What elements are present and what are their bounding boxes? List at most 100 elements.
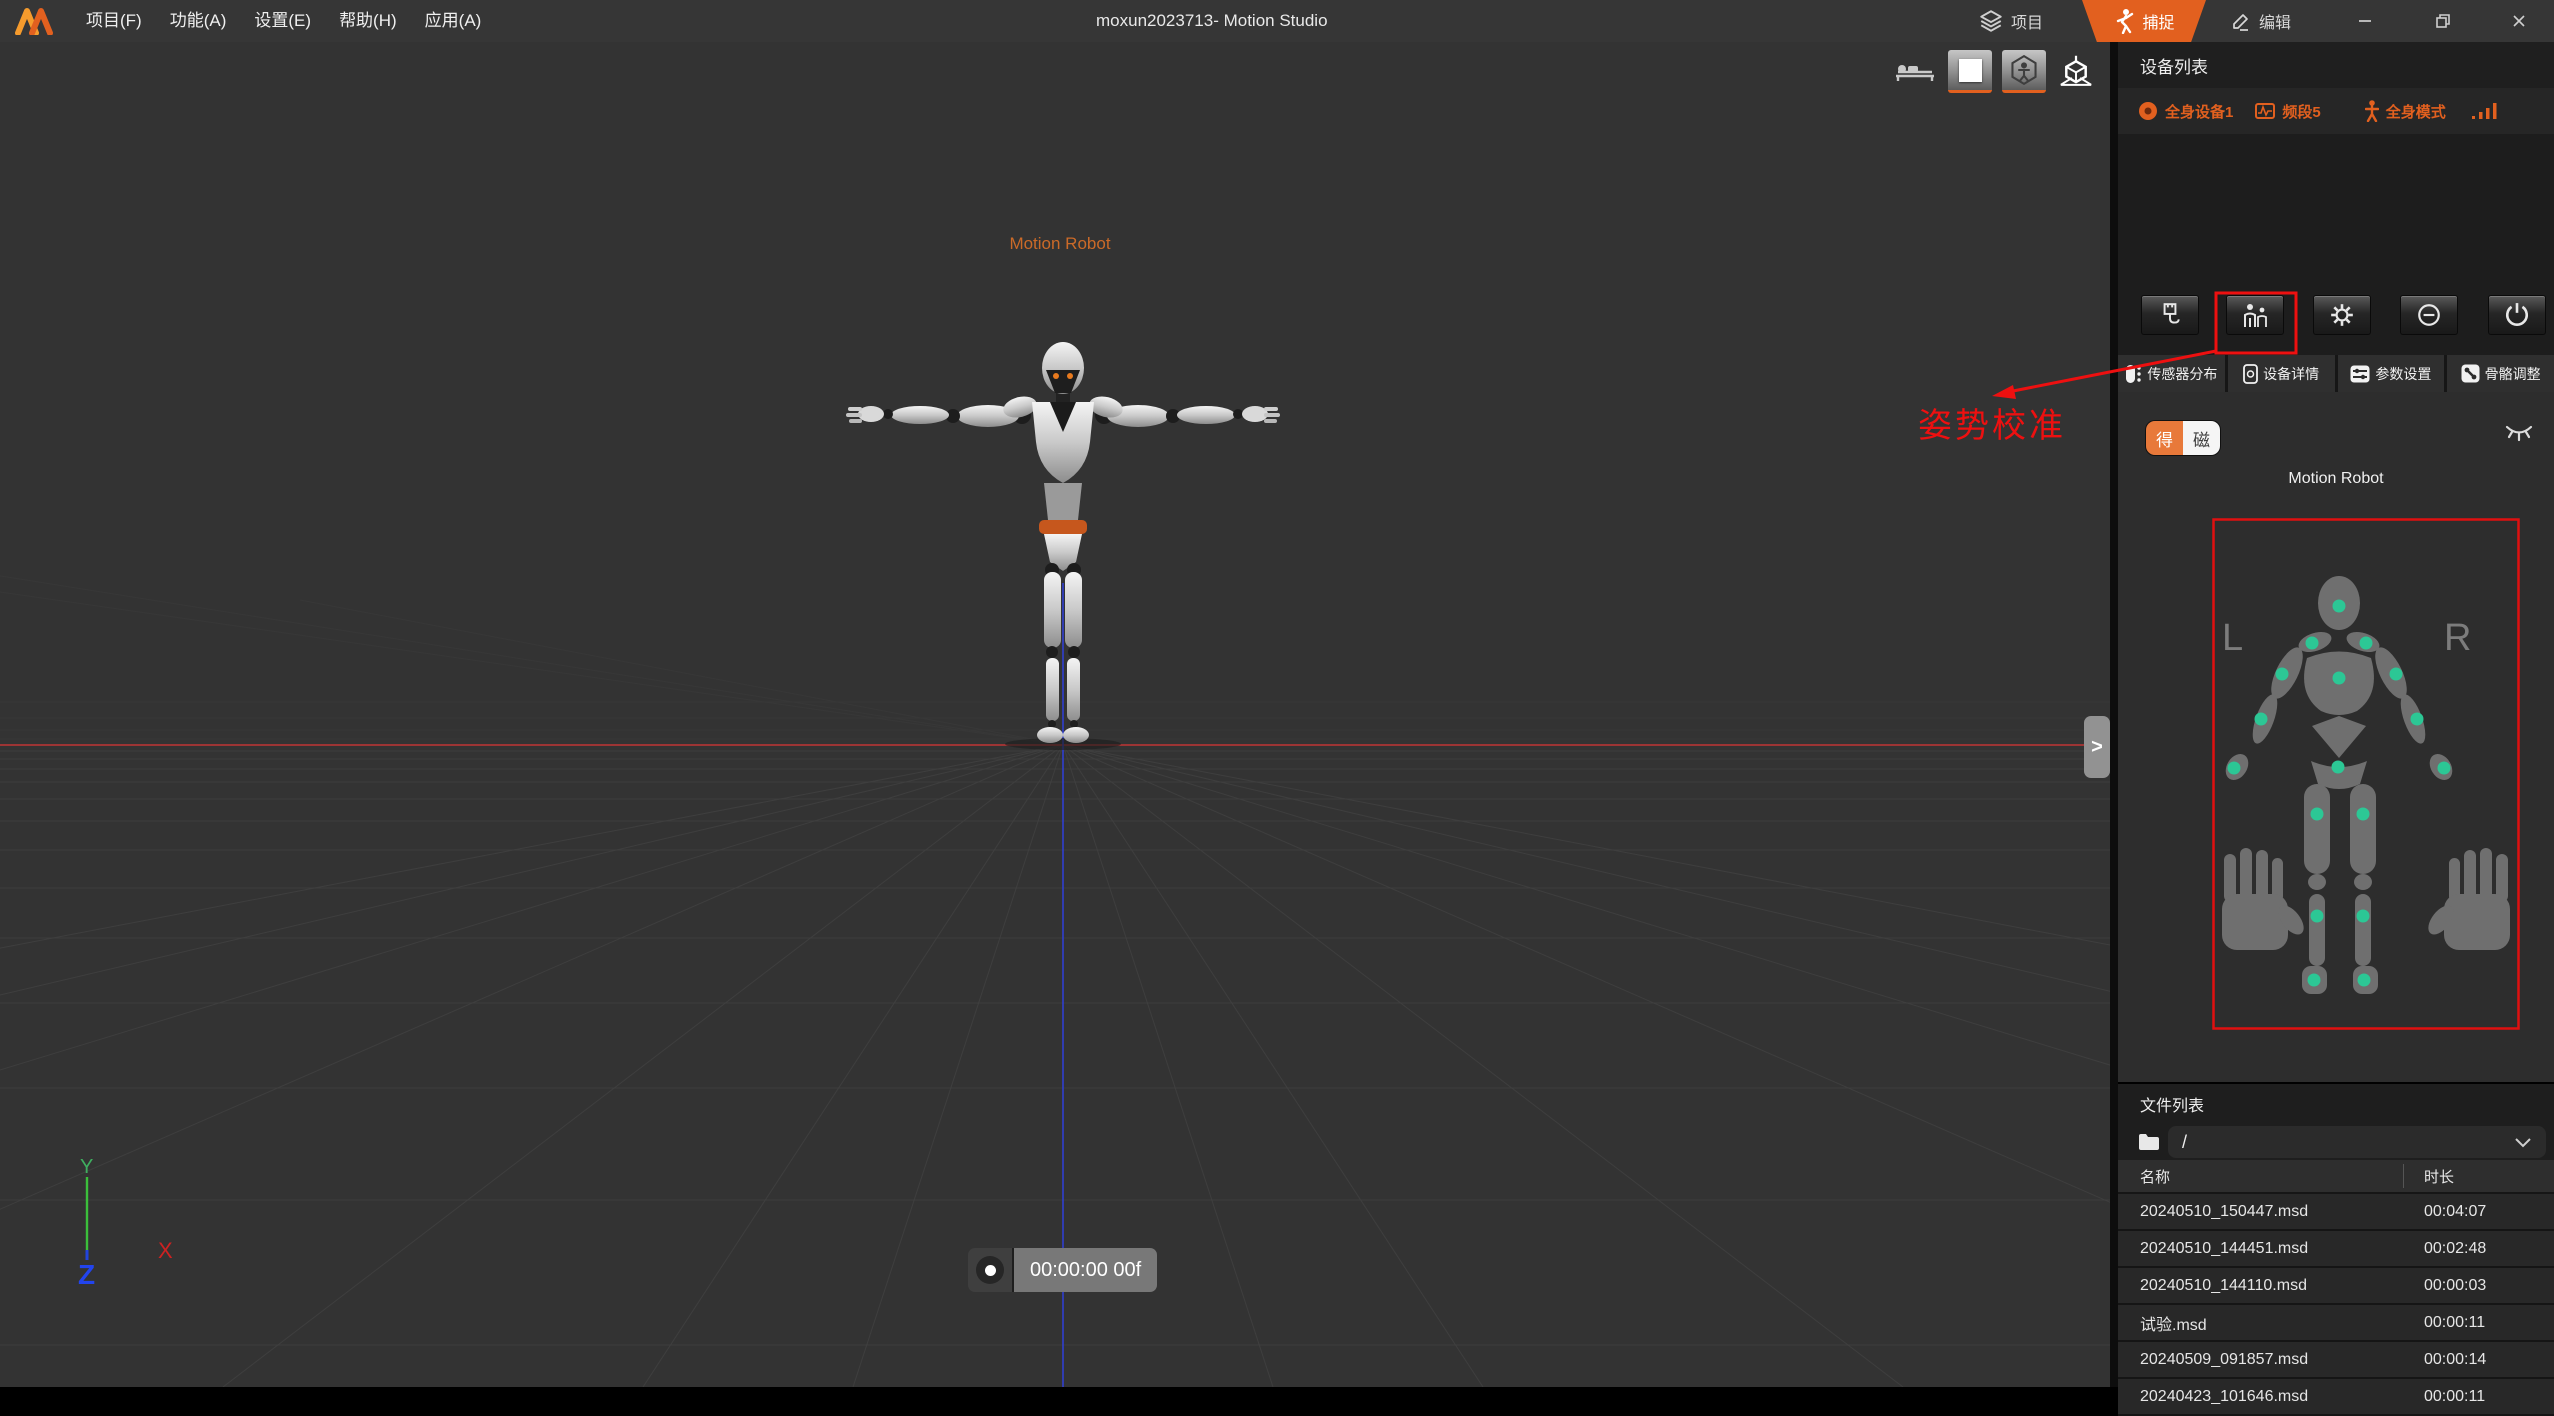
pose-calibration-button[interactable] [2226, 295, 2284, 335]
file-name: 试验.msd [2140, 1311, 2404, 1335]
file-row[interactable]: 20240423_101646.msd 00:00:11 [2118, 1379, 2554, 1416]
device-name: 全身设备1 [2165, 101, 2233, 122]
tab-parameter-settings[interactable]: 参数设置 [2338, 355, 2445, 392]
file-row[interactable]: 20240510_144451.msd 00:02:48 [2118, 1231, 2554, 1268]
minus-circle-icon [2416, 302, 2442, 328]
robot-shadow [1005, 738, 1121, 750]
device-status-icon [2138, 101, 2158, 121]
power-icon [2504, 302, 2530, 328]
toggle-magnetic[interactable]: 磁 [2183, 421, 2220, 455]
tab-skeleton-adjust[interactable]: 骨骼调整 [2447, 355, 2554, 392]
maximize-icon [2434, 12, 2452, 30]
tab-device-details-label: 设备详情 [2263, 364, 2319, 384]
device-panel: 设备列表 全身设备1 频段5 全身模式 [2118, 42, 2554, 1387]
rest-pose-bed-icon[interactable] [1894, 56, 1936, 82]
menu-settings[interactable]: 设置(E) [240, 0, 325, 42]
viewport-panel-divider [2110, 42, 2118, 1387]
mode-tab-capture-label: 捕捉 [2142, 9, 2174, 33]
file-row[interactable]: 20240510_144110.msd 00:00:03 [2118, 1268, 2554, 1305]
close-button[interactable] [2502, 0, 2536, 42]
file-duration: 00:02:48 [2404, 1240, 2554, 1258]
tab-sensor-distribution-label: 传感器分布 [2147, 364, 2217, 384]
file-columns-header: 名称 时长 [2118, 1160, 2554, 1194]
path-breadcrumb[interactable]: / [2168, 1126, 2546, 1158]
menu-help[interactable]: 帮助(H) [325, 0, 411, 42]
titlebar: 项目(F) 功能(A) 设置(E) 帮助(H) 应用(A) moxun20237… [0, 0, 2554, 43]
settings-button[interactable] [2313, 295, 2371, 335]
full-body-mode-icon [2365, 100, 2379, 122]
axis-x-label: X [158, 1238, 173, 1263]
power-button[interactable] [2488, 295, 2546, 335]
column-duration[interactable]: 时长 [2403, 1164, 2554, 1188]
signal-strength-icon [2470, 101, 2500, 121]
pencil-icon [2230, 10, 2252, 32]
chevron-down-icon[interactable] [2514, 1137, 2532, 1148]
sensor-icon [2125, 364, 2142, 384]
stop-view-button[interactable] [1948, 50, 1992, 93]
usb-connect-button[interactable] [2141, 295, 2199, 335]
file-list-title: 文件列表 [2140, 1092, 2204, 1116]
gear-icon [2329, 302, 2355, 328]
file-name: 20240510_150447.msd [2140, 1203, 2404, 1221]
axis-gizmo: Y X Z [78, 1156, 173, 1290]
file-duration: 00:00:11 [2404, 1388, 2554, 1406]
disconnect-button[interactable] [2400, 295, 2458, 335]
viewport-3d[interactable]: Y X Z Motion Robot > 00:00:00 00f [0, 42, 2110, 1387]
maximize-button[interactable] [2426, 0, 2460, 42]
file-row[interactable]: 20240510_150447.msd 00:04:07 [2118, 1194, 2554, 1231]
robot-belt [1039, 520, 1087, 534]
device-mode: 全身模式 [2386, 101, 2446, 122]
body-right-label: R [2444, 617, 2471, 659]
layers-icon [1978, 8, 2004, 34]
file-path-row[interactable]: / [2118, 1124, 2554, 1160]
tab-skeleton-adjust-label: 骨骼调整 [2485, 364, 2541, 384]
device-band: 频段5 [2282, 101, 2320, 122]
usb-icon [2157, 302, 2183, 328]
mode-tab-project[interactable]: 项目 [1978, 0, 2043, 42]
mode-tab-edit[interactable]: 编辑 [2230, 0, 2291, 42]
close-icon [2510, 12, 2528, 30]
sensor-mode-toggle[interactable]: 得 磁 [2146, 421, 2220, 455]
sliders-icon [2350, 365, 2370, 383]
file-name: 20240510_144451.msd [2140, 1240, 2404, 1258]
tab-parameter-settings-label: 参数设置 [2375, 364, 2431, 384]
menu-project[interactable]: 项目(F) [72, 0, 156, 42]
capture-person-icon [2113, 8, 2135, 34]
file-row[interactable]: 试验.msd 00:00:11 [2118, 1305, 2554, 1342]
device-list-header: 设备列表 [2118, 42, 2554, 89]
device-row[interactable]: 全身设备1 频段5 全身模式 [2118, 88, 2554, 134]
app-logo-icon [14, 7, 56, 35]
tab-device-details[interactable]: 设备详情 [2228, 355, 2335, 392]
panel-collapse-handle[interactable]: > [2084, 716, 2110, 778]
column-name[interactable]: 名称 [2140, 1166, 2403, 1187]
tab-sensor-distribution[interactable]: 传感器分布 [2118, 355, 2225, 392]
device-list-title: 设备列表 [2140, 53, 2208, 78]
scene-cube-icon[interactable] [2058, 54, 2094, 88]
menu-application[interactable]: 应用(A) [411, 0, 496, 42]
timecode-display: 00:00:00 00f [1014, 1248, 1157, 1292]
mode-tab-capture[interactable]: 捕捉 [2082, 0, 2206, 42]
axis-z-label: Z [78, 1259, 95, 1290]
frequency-band-icon [2255, 103, 2275, 119]
viewport-model-label: Motion Robot [985, 234, 1135, 254]
eye-closed-icon[interactable] [2504, 422, 2534, 442]
minimize-button[interactable] [2348, 0, 2382, 42]
square-icon [1959, 59, 1982, 82]
calibration-people-icon [2241, 302, 2269, 328]
file-list-header: 文件列表 [2118, 1084, 2554, 1124]
body-sensor-diagram[interactable]: L R [2212, 518, 2520, 1030]
current-path: / [2182, 1132, 2187, 1153]
record-icon [976, 1256, 1004, 1284]
file-name: 20240423_101646.msd [2140, 1388, 2404, 1406]
file-list-section: 文件列表 / 名称 时长 20240510_150447.msd 00:04:0… [2118, 1082, 2554, 1389]
file-duration: 00:00:11 [2404, 1314, 2554, 1332]
toggle-inertial[interactable]: 得 [2146, 421, 2183, 455]
mode-tab-project-label: 项目 [2011, 9, 2043, 33]
sensor-distribution-section: 得 磁 Motion Robot L R [2118, 392, 2554, 1082]
record-button[interactable] [968, 1248, 1014, 1292]
menu-function[interactable]: 功能(A) [156, 0, 241, 42]
file-row[interactable]: 20240509_091857.msd 00:00:14 [2118, 1342, 2554, 1379]
cube-person-icon [2010, 55, 2038, 85]
device-details-icon [2243, 364, 2258, 384]
model-view-button[interactable] [2002, 50, 2046, 93]
